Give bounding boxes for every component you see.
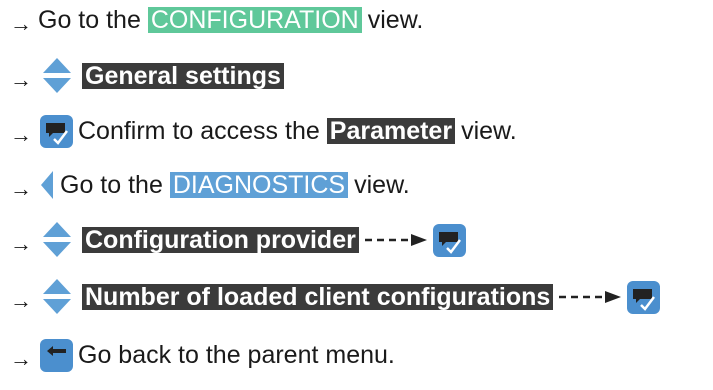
dashed-arrow-icon <box>559 290 622 304</box>
bullet-arrow: → <box>10 288 32 313</box>
up-down-arrows-icon <box>40 56 74 96</box>
bullet-arrow: → <box>10 231 32 256</box>
diagnostics-view-tag: DIAGNOSTICS <box>169 172 349 198</box>
dashed-arrow-icon <box>364 233 427 247</box>
step-1-post: view. <box>367 5 424 34</box>
bullet-arrow: → <box>10 176 32 201</box>
bullet-arrow: → <box>10 346 32 371</box>
bullet-arrow: → <box>10 67 32 92</box>
step-3-text: Confirm to access the <box>78 116 320 145</box>
loaded-client-configurations-tag: Number of loaded client configurations <box>82 284 554 310</box>
configuration-provider-tag: Configuration provider <box>82 227 359 253</box>
bullet-arrow: → <box>10 11 32 36</box>
step-4: → Go to the DIAGNOSTICS view. <box>10 165 410 205</box>
step-4-post: view. <box>354 170 410 199</box>
back-button-icon <box>40 338 73 372</box>
parameter-view-tag: Parameter <box>326 118 456 144</box>
step-2: → General settings <box>10 56 284 96</box>
step-3: → Confirm to access the Parameter view. <box>10 111 517 151</box>
confirm-button-icon <box>432 223 466 257</box>
general-settings-tag: General settings <box>82 63 284 89</box>
confirm-button-icon <box>40 114 73 148</box>
step-1: → Go to the CONFIGURATION view. <box>10 0 423 40</box>
step-7-text: Go back to the parent menu. <box>78 340 395 369</box>
up-down-arrows-icon <box>40 220 74 260</box>
step-6: → Number of loaded client configurations <box>10 277 661 317</box>
step-7: → Go back to the parent menu. <box>10 335 395 375</box>
bullet-arrow: → <box>10 122 32 147</box>
instruction-page: → Go to the CONFIGURATION view. → Genera… <box>0 0 713 390</box>
configuration-view-tag: CONFIGURATION <box>147 7 362 33</box>
up-down-arrows-icon <box>40 277 74 317</box>
left-arrow-icon <box>40 170 54 200</box>
step-5: → Configuration provider <box>10 220 466 260</box>
confirm-button-icon <box>627 280 661 314</box>
step-3-post: view. <box>461 116 517 145</box>
step-1-text: Go to the <box>38 5 141 34</box>
step-4-text: Go to the <box>60 170 163 199</box>
